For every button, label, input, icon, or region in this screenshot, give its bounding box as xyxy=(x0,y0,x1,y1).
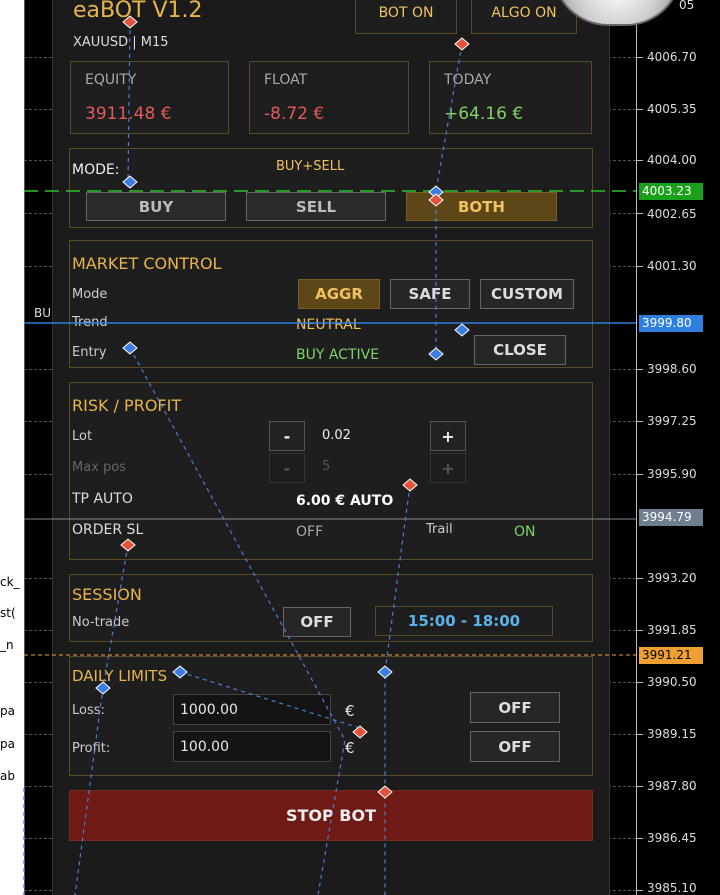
lot-label: Lot xyxy=(72,429,93,444)
loss-label: Loss: xyxy=(72,703,105,718)
today-card: TODAY +64.16 € xyxy=(429,61,592,134)
profit-limit-input[interactable]: 100.00 xyxy=(173,731,331,762)
custom-button[interactable]: CUSTOM xyxy=(480,279,574,309)
today-value: +64.16 € xyxy=(444,104,524,124)
left-strip-text: pa xyxy=(0,704,15,718)
mode-sell-button[interactable]: SELL xyxy=(246,192,386,221)
price-label: 3990.50 xyxy=(647,675,697,689)
price-label: 3991.85 xyxy=(647,623,697,637)
session-title: SESSION xyxy=(72,585,142,604)
panel-title: eaBOT V1.2 xyxy=(73,0,203,23)
price-tag-orange: 3991.21 xyxy=(639,647,703,664)
price-label: 3997.25 xyxy=(647,414,697,428)
market-mode-label: Mode xyxy=(72,287,108,302)
order-sl-label: ORDER SL xyxy=(72,522,144,538)
price-label: 4006.70 xyxy=(647,50,697,64)
price-label: 4004.00 xyxy=(647,153,697,167)
price-axis: 05 4006.70 4005.35 4004.00 4002.65 4001.… xyxy=(636,0,720,895)
tp-auto-value: 6.00 € AUTO xyxy=(296,493,394,509)
price-label: 4001.30 xyxy=(647,259,697,273)
risk-title: RISK / PROFIT xyxy=(72,396,182,415)
mode-label: MODE: xyxy=(72,162,120,178)
chart-edge-label: BU xyxy=(34,306,52,320)
no-trade-label: No-trade xyxy=(72,615,130,630)
close-button[interactable]: CLOSE xyxy=(474,335,566,365)
left-strip-text: pa xyxy=(0,737,15,751)
entry-label: Entry xyxy=(72,345,107,360)
price-tag-green: 4003.23 xyxy=(639,183,703,200)
ea-control-panel: eaBOT V1.2 XAUUSD | M15 BOT ON ALGO ON E… xyxy=(52,0,610,895)
aggr-button[interactable]: AGGR xyxy=(298,279,380,309)
float-label: FLOAT xyxy=(264,72,308,88)
algo-on-button[interactable]: ALGO ON xyxy=(471,0,577,34)
mode-both-button[interactable]: BOTH xyxy=(406,192,557,221)
profit-label: Profit: xyxy=(72,741,111,756)
profit-limit-toggle-button[interactable]: OFF xyxy=(470,731,560,762)
entry-value: BUY ACTIVE xyxy=(296,347,380,363)
float-value: -8.72 € xyxy=(264,104,325,124)
trail-label: Trail xyxy=(426,522,453,537)
left-strip-text: ck_ xyxy=(0,575,20,589)
risk-profit-section: RISK / PROFIT Lot Max pos TP AUTO 6.00 €… xyxy=(69,382,593,560)
trend-value: NEUTRAL xyxy=(296,317,361,333)
price-label: 3989.15 xyxy=(647,727,697,741)
price-label: 05 xyxy=(679,0,695,12)
lot-decrease-button[interactable]: - xyxy=(269,421,305,451)
today-label: TODAY xyxy=(444,72,492,88)
max-pos-label: Max pos xyxy=(72,460,126,475)
price-label: 3986.45 xyxy=(647,831,697,845)
trend-label: Trend xyxy=(72,315,108,330)
symbol-label: XAUUSD | M15 xyxy=(73,35,169,50)
trail-value: ON xyxy=(514,524,536,540)
price-label: 3987.80 xyxy=(647,779,697,793)
left-strip-text: st( xyxy=(0,606,16,620)
equity-value: 3911.48 € xyxy=(85,104,172,124)
mode-current: BUY+SELL xyxy=(276,159,345,174)
maxpos-decrease-button[interactable]: - xyxy=(269,453,305,483)
session-time-range[interactable]: 15:00 - 18:00 xyxy=(375,606,553,636)
loss-limit-toggle-button[interactable]: OFF xyxy=(470,692,560,723)
equity-card: EQUITY 3911.48 € xyxy=(70,61,229,134)
stop-bot-button[interactable]: STOP BOT xyxy=(69,790,593,841)
left-side-panel: ck_ st( _n pa pa ab xyxy=(0,0,24,895)
left-strip-text: _n xyxy=(0,638,14,652)
max-pos-value: 5 xyxy=(322,459,331,474)
bot-on-button[interactable]: BOT ON xyxy=(355,0,457,34)
safe-button[interactable]: SAFE xyxy=(390,279,470,309)
float-card: FLOAT -8.72 € xyxy=(249,61,409,134)
price-label: 3995.90 xyxy=(647,467,697,481)
price-label: 3985.10 xyxy=(647,881,697,895)
price-label: 3998.60 xyxy=(647,362,697,376)
price-tag-gray: 3994.79 xyxy=(639,509,703,526)
price-tag-blue: 3999.80 xyxy=(639,315,703,332)
mode-buy-button[interactable]: BUY xyxy=(86,192,226,221)
price-label: 4005.35 xyxy=(647,102,697,116)
tp-auto-label: TP AUTO xyxy=(72,491,133,507)
market-control-title: MARKET CONTROL xyxy=(72,254,222,273)
lot-value: 0.02 xyxy=(322,428,351,443)
loss-limit-input[interactable]: 1000.00 xyxy=(173,694,331,725)
lot-increase-button[interactable]: + xyxy=(430,421,466,451)
left-strip-text: ab xyxy=(0,769,15,783)
price-label: 3993.20 xyxy=(647,571,697,585)
maxpos-increase-button[interactable]: + xyxy=(430,453,466,483)
daily-limits-title: DAILY LIMITS xyxy=(72,667,168,685)
order-sl-value: OFF xyxy=(296,524,324,540)
loss-currency: € xyxy=(345,702,355,720)
equity-label: EQUITY xyxy=(85,72,137,88)
no-trade-toggle-button[interactable]: OFF xyxy=(283,607,351,637)
price-label: 4002.65 xyxy=(647,207,697,221)
profit-currency: € xyxy=(345,739,355,757)
